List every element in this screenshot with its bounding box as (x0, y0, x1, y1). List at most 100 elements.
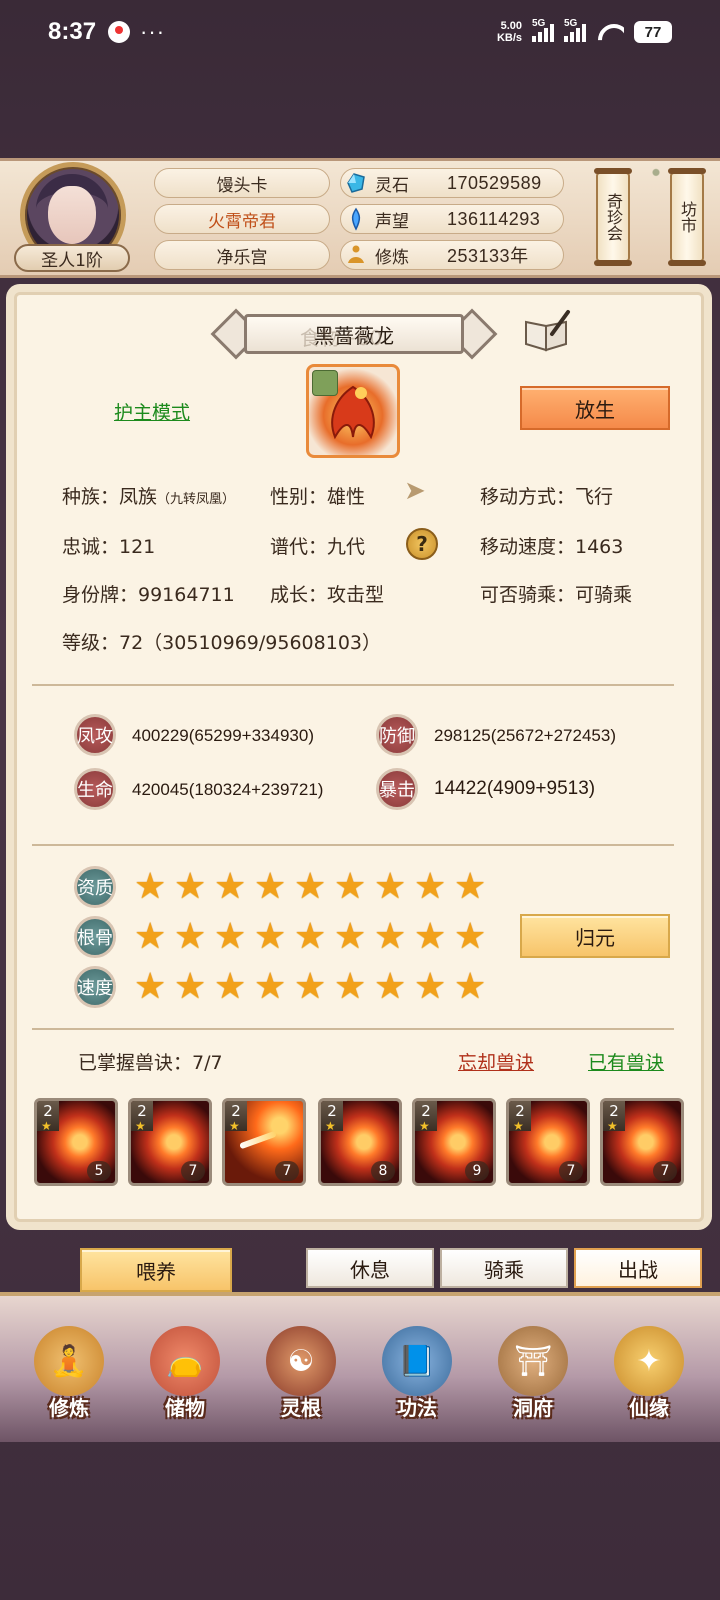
star-icon: ★ (294, 916, 327, 957)
signal-icon-2: 5G (564, 18, 586, 42)
skill-card[interactable]: 2 ★ 7 (222, 1098, 306, 1186)
nav-spirit-root[interactable]: ☯ 灵根 (256, 1326, 346, 1442)
star-icon: ★ (134, 966, 167, 1007)
nav-storage[interactable]: 👝 储物 (140, 1326, 230, 1442)
star-icon: ★ (254, 966, 287, 1007)
battle-button[interactable]: 出战 (574, 1248, 702, 1288)
star-icon: ★ (214, 866, 247, 907)
pet-level: 等级：72（30510969/95608103） (62, 632, 381, 654)
skill-card[interactable]: 2 ★ 9 (412, 1098, 496, 1186)
stat-defense-value: 298125(25672+272453) (434, 726, 616, 745)
pet-move-speed: 移动速度：1463 (480, 536, 624, 558)
stat-crit-value: 14422(4909+9513) (434, 778, 596, 799)
cave-mansion-icon: ⛩ (498, 1326, 568, 1396)
immortal-fate-icon: ✦ (614, 1326, 684, 1396)
nav-cave-mansion[interactable]: ⛩ 洞府 (488, 1326, 578, 1442)
player-title: 馒头卡 (154, 168, 330, 198)
nav-cultivate[interactable]: 🧘 修炼 (24, 1326, 114, 1442)
star-icon: ★ (334, 966, 367, 1007)
return-origin-button[interactable]: 归元 (520, 914, 670, 958)
owned-skills-link[interactable]: 已有兽诀 (588, 1048, 664, 1075)
speed-stars: ★ ★ ★ ★ ★ ★ ★ ★ ★ (134, 966, 488, 1007)
help-icon[interactable]: ? (406, 528, 438, 560)
nav-techniques[interactable]: 📘 功法 (372, 1326, 462, 1442)
star-icon: ★ (174, 966, 207, 1007)
storage-bag-icon: 👝 (150, 1326, 220, 1396)
player-sect: 净乐宫 (154, 240, 330, 270)
rename-book-icon[interactable] (522, 308, 572, 354)
star-icon: ★ (174, 916, 207, 957)
network-speed: 5.00 KB/s (496, 20, 522, 44)
star-icon: ★ (374, 966, 407, 1007)
star-icon: ★ (454, 916, 487, 957)
star-icon: ★ (454, 966, 487, 1007)
ride-button[interactable]: 骑乘 (440, 1248, 568, 1288)
wifi-icon (596, 22, 624, 42)
gender-swap-icon[interactable]: ➤ (404, 476, 438, 506)
treasure-fair-label: 奇珍会 (604, 193, 623, 241)
avatar-face (48, 186, 96, 244)
app-notification-icon (108, 21, 131, 43)
market-button[interactable]: 坊市 (668, 168, 706, 266)
star-icon: ★ (174, 866, 207, 907)
star-icon: ★ (294, 966, 327, 1007)
skill-card[interactable]: 2 ★ 8 (318, 1098, 402, 1186)
skill-card[interactable]: 2 ★ 7 (600, 1098, 684, 1186)
bone-badge: 根骨 (74, 916, 116, 958)
stat-badge-hp: 生命 (74, 768, 116, 810)
pet-generation: 谱代：九代 (270, 536, 366, 558)
meditation-icon (343, 242, 369, 268)
resource-spirit-stone: 灵石 170529589 (340, 168, 564, 198)
food-bonus-floating-text: 食物+60 (300, 326, 383, 350)
clock: 8:37 (48, 18, 97, 45)
stat-badge-crit: 暴击 (376, 768, 418, 810)
pet-race: 种族：凤族（九转凤凰） (62, 486, 236, 508)
resource-prestige: 声望 136114293 (340, 204, 564, 234)
feed-button[interactable]: 喂养 (80, 1248, 232, 1292)
divider (32, 684, 674, 686)
divider (32, 1028, 674, 1030)
forget-skills-link[interactable]: 忘却兽诀 (458, 1048, 534, 1075)
speed-badge: 速度 (74, 966, 116, 1008)
star-icon: ★ (214, 966, 247, 1007)
cultivate-icon: 🧘 (34, 1326, 104, 1396)
star-icon: ★ (414, 916, 447, 957)
star-icon: ★ (134, 866, 167, 907)
star-icon: ★ (374, 866, 407, 907)
skill-card[interactable]: 2 ★ 5 (34, 1098, 118, 1186)
aptitude-stars: ★ ★ ★ ★ ★ ★ ★ ★ ★ (134, 866, 488, 907)
treasure-fair-button[interactable]: 奇珍会 (594, 168, 632, 266)
pet-loyalty: 忠诚：121 (62, 536, 156, 558)
rank-badge: 圣人1阶 (14, 244, 130, 272)
star-icon: ★ (414, 966, 447, 1007)
prestige-icon (343, 206, 369, 232)
pet-id: 身份牌：99164711 (62, 584, 235, 606)
spirit-root-icon: ☯ (266, 1326, 336, 1396)
release-button[interactable]: 放生 (520, 386, 670, 430)
star-icon: ★ (334, 866, 367, 907)
rest-button[interactable]: 休息 (306, 1248, 434, 1288)
star-icon: ★ (374, 916, 407, 957)
pet-growth: 成长：攻击型 (270, 584, 385, 606)
skill-card[interactable]: 2 ★ 7 (128, 1098, 212, 1186)
guard-mode-link[interactable]: 护主模式 (114, 398, 190, 425)
lock-icon[interactable] (312, 370, 338, 396)
star-icon: ★ (254, 916, 287, 957)
status-bar: 8:37 ··· 5.00 KB/s 5G 5G 77 (0, 0, 720, 64)
signal-icon: 5G (532, 18, 554, 42)
star-icon: ★ (294, 866, 327, 907)
star-icon: ★ (454, 866, 487, 907)
stat-badge-attack: 凤攻 (74, 714, 116, 756)
nav-immortal-fate[interactable]: ✦ 仙缘 (604, 1326, 694, 1442)
star-icon: ★ (214, 916, 247, 957)
bone-stars: ★ ★ ★ ★ ★ ★ ★ ★ ★ (134, 916, 488, 957)
more-notifications: ··· (140, 19, 166, 44)
star-icon: ★ (334, 916, 367, 957)
pet-gender: 性别：雄性 (270, 486, 366, 508)
stat-badge-defense: 防御 (376, 714, 418, 756)
spirit-stone-icon (343, 170, 369, 196)
skill-card[interactable]: 2 ★ 7 (506, 1098, 590, 1186)
resource-cultivation: 修炼 253133年 (340, 240, 564, 270)
star-icon: ★ (254, 866, 287, 907)
star-icon: ★ (414, 866, 447, 907)
